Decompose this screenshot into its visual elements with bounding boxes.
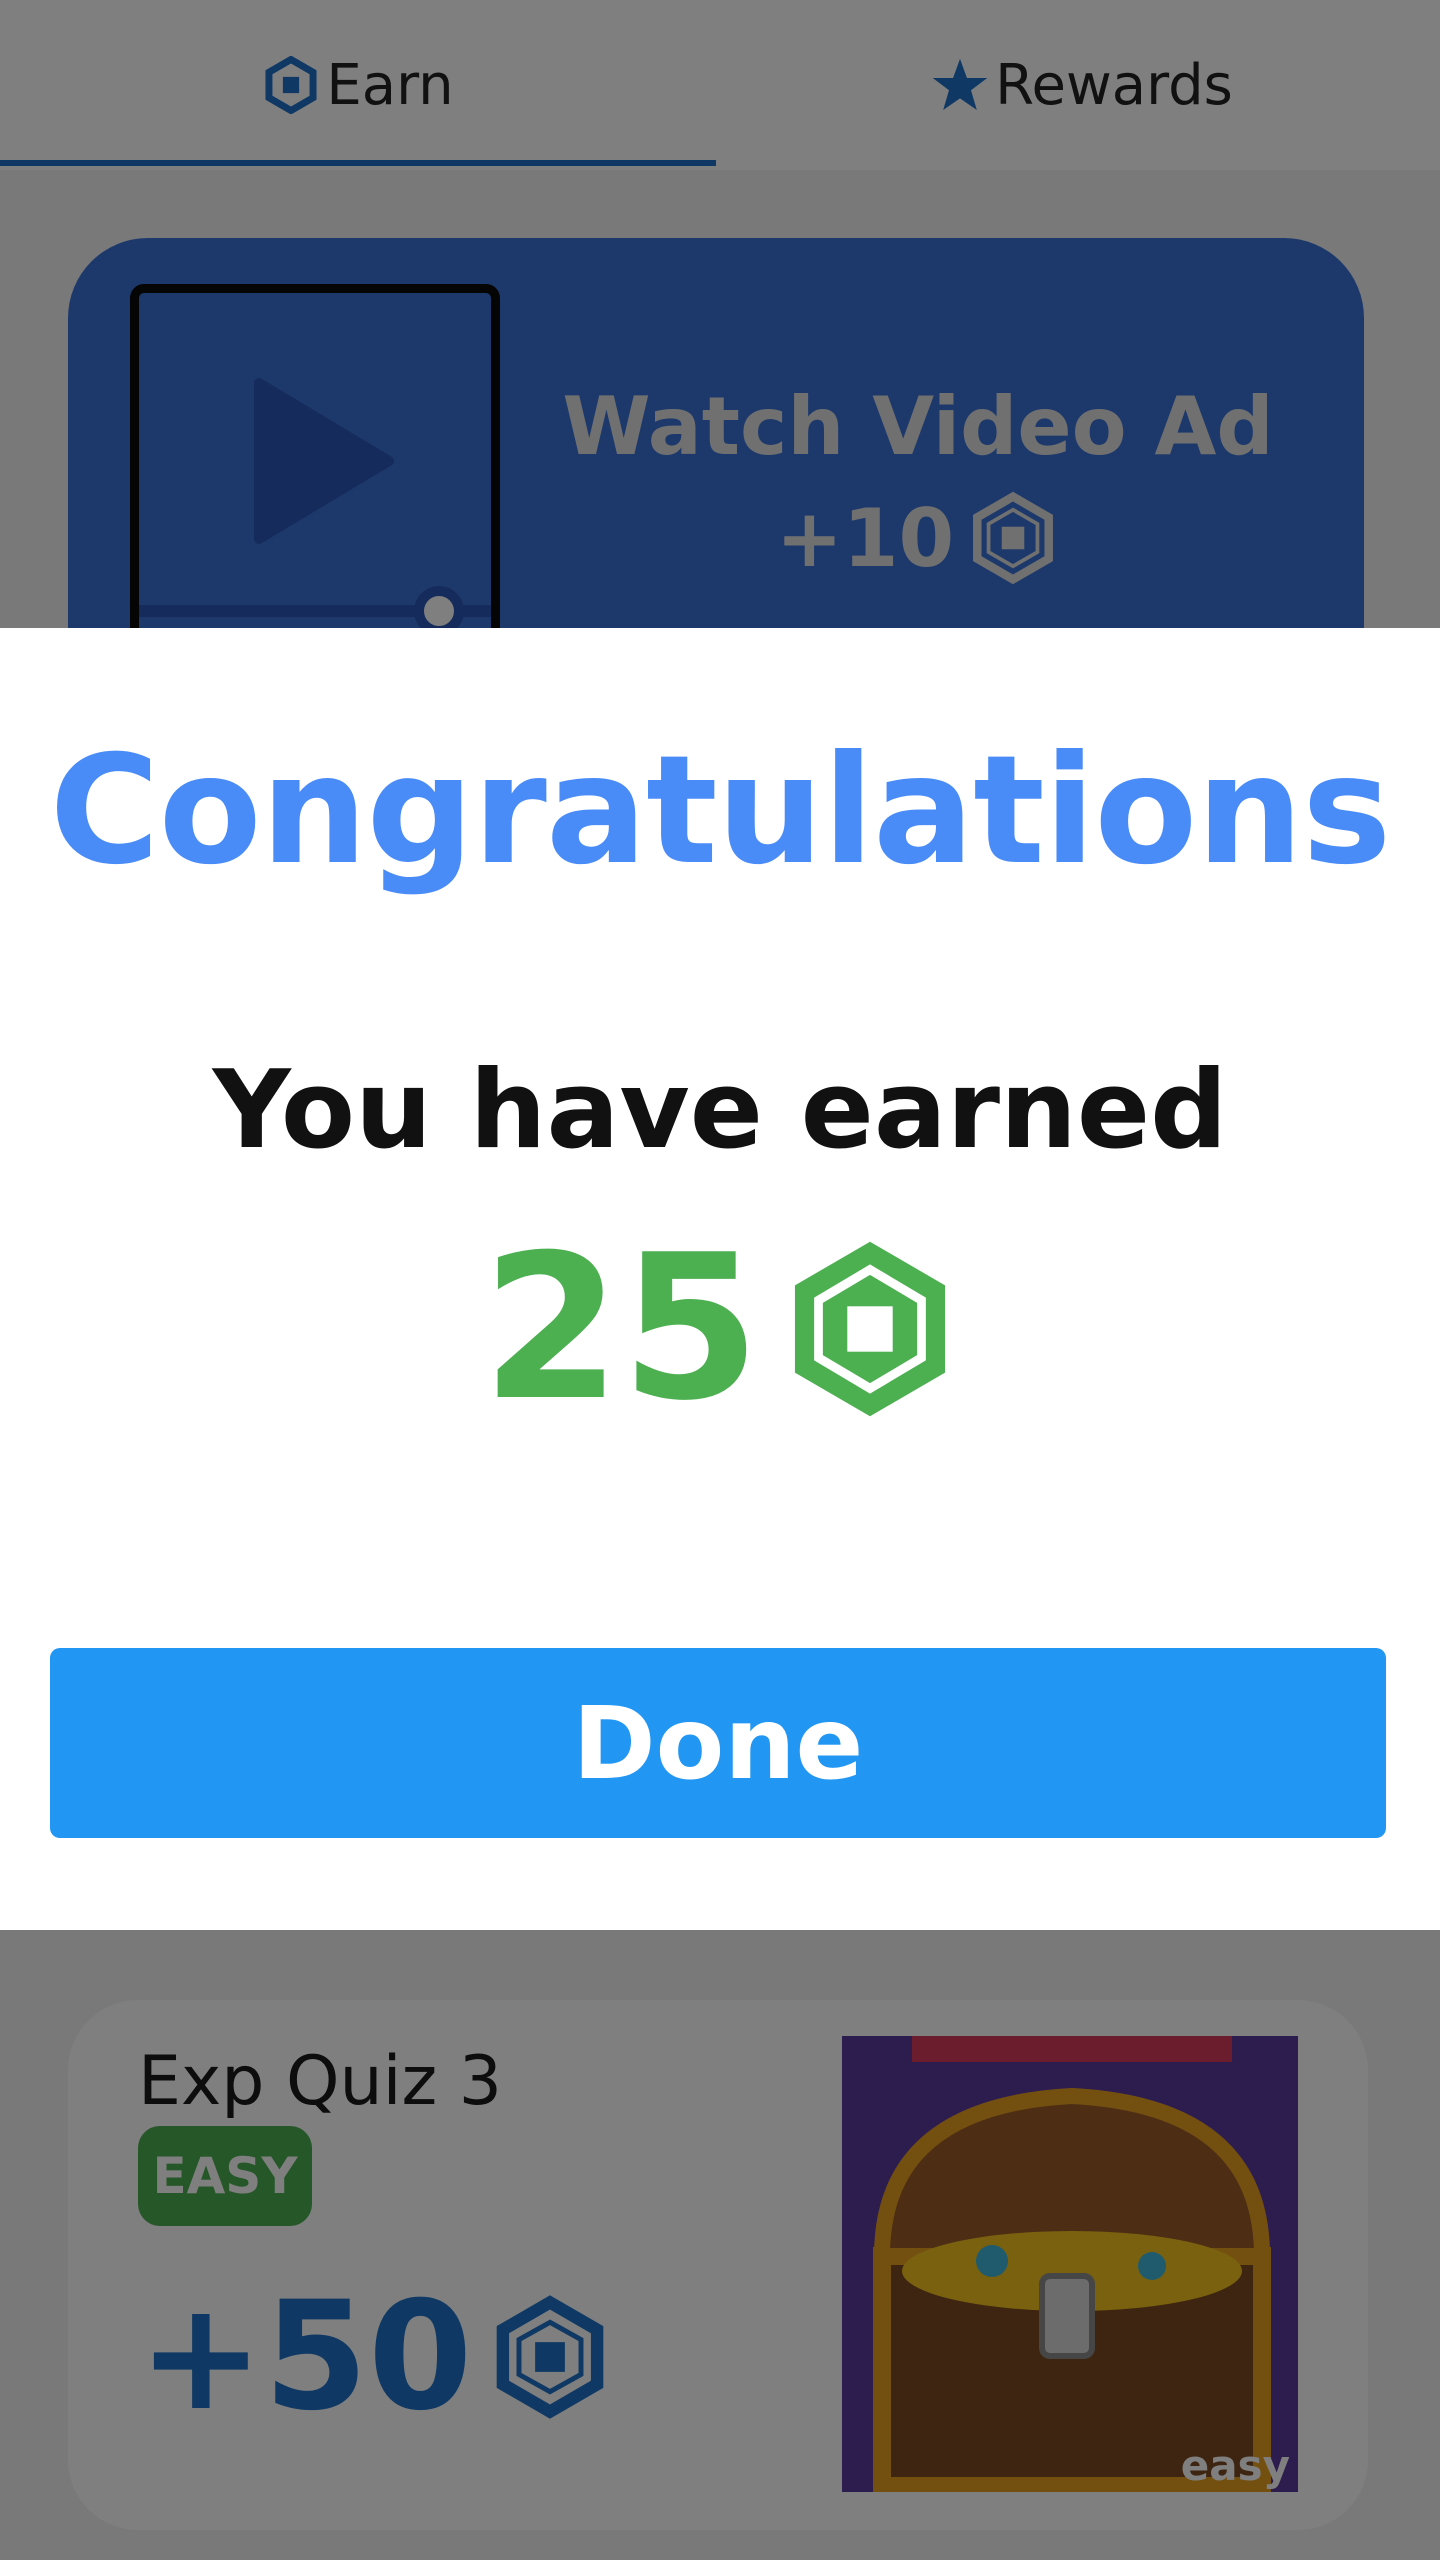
dialog-message: You have earned [212,1048,1228,1173]
done-button[interactable]: Done [50,1648,1386,1838]
earned-amount: 25 [0,1212,1440,1445]
congratulations-dialog: Congratulations You have earned 25 Done [0,628,1440,1930]
earned-amount-value: 25 [481,1212,761,1445]
robux-icon [795,1241,946,1416]
dialog-title: Congratulations [49,724,1392,898]
